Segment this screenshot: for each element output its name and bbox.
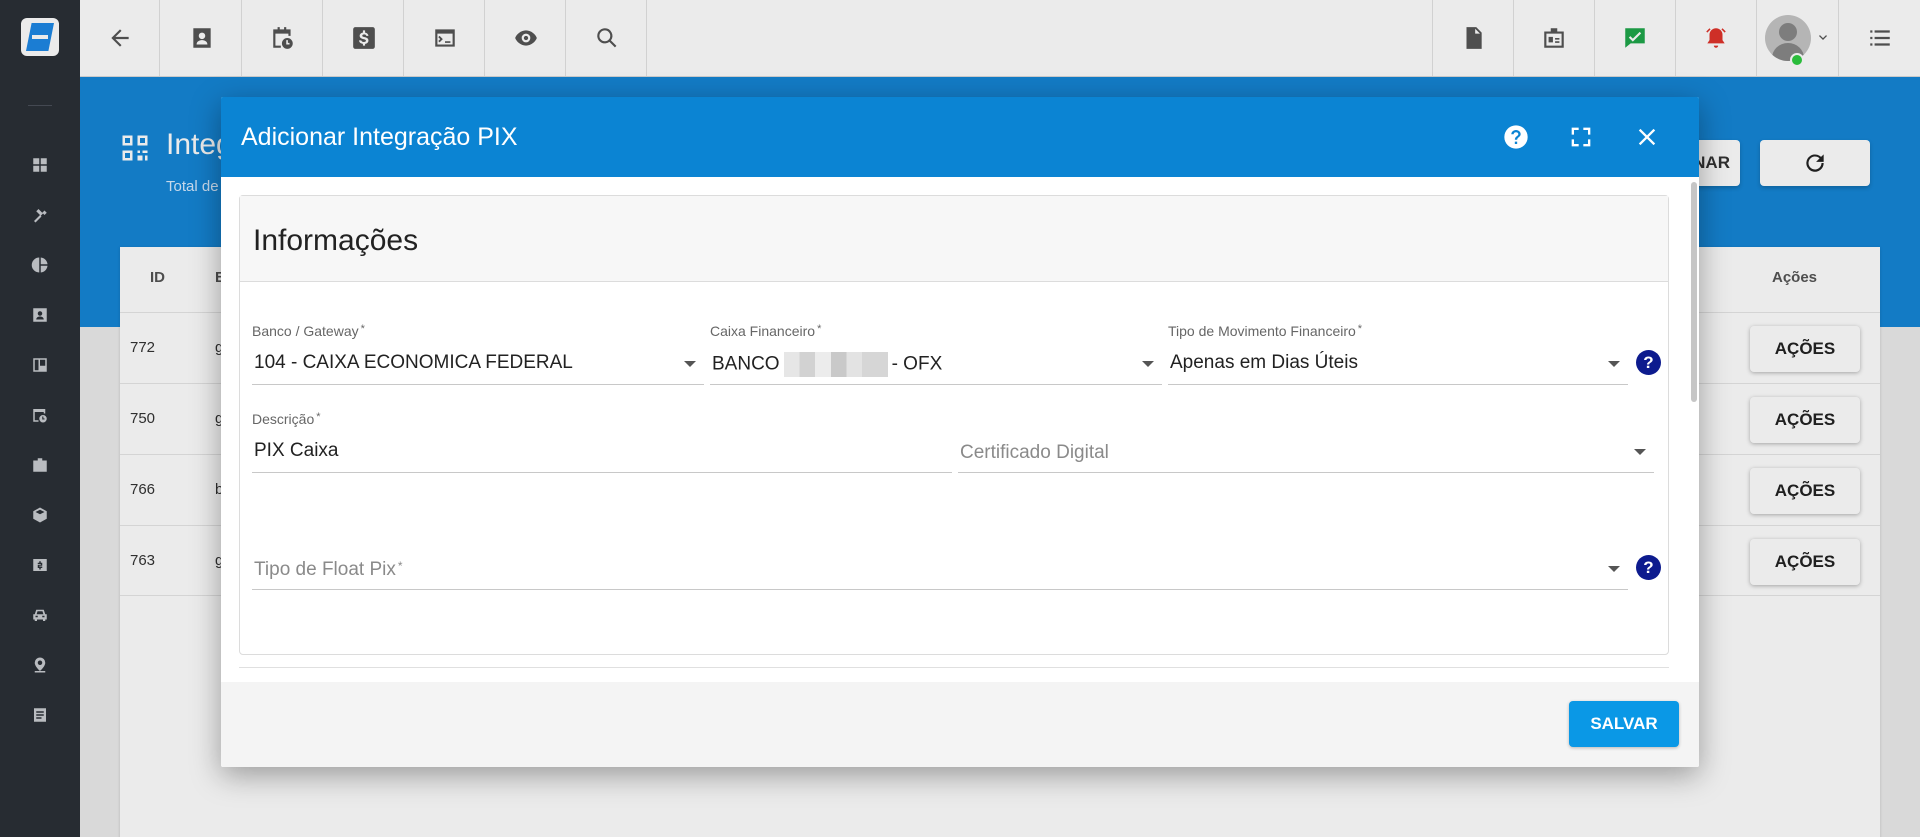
help-icon[interactable]: ?: [1636, 555, 1661, 580]
info-section: Informações Banco / Gateway * 104 - CAIXA…: [239, 195, 1669, 655]
close-icon[interactable]: [1631, 121, 1663, 153]
save-button[interactable]: SALVAR: [1569, 701, 1679, 747]
field-placeholder: Certificado Digital: [960, 442, 1109, 463]
chevron-down-icon: [684, 361, 696, 367]
field-placeholder: Tipo de Float Pix *: [254, 559, 403, 580]
help-circle-icon[interactable]: [1500, 121, 1532, 153]
section-title: Informações: [253, 224, 419, 257]
chevron-down-icon: [1608, 361, 1620, 367]
next-section-edge: [239, 667, 1669, 668]
dialog-scrollbar[interactable]: [1691, 182, 1697, 402]
section-header: Informações: [240, 196, 1668, 282]
dialog-header: Adicionar Integração PIX: [221, 97, 1699, 177]
banco-gateway-select[interactable]: Banco / Gateway * 104 - CAIXA ECONOMICA F…: [252, 323, 704, 385]
chevron-down-icon: [1142, 361, 1154, 367]
certificado-digital-select[interactable]: Certificado Digital: [958, 411, 1654, 473]
fullscreen-icon[interactable]: [1565, 121, 1597, 153]
dialog-body: Informações Banco / Gateway * 104 - CAIXA…: [221, 177, 1699, 682]
field-value: 104 - CAIXA ECONOMICA FEDERAL: [254, 352, 573, 373]
dialog-title: Adicionar Integração PIX: [241, 123, 518, 151]
add-pix-integration-dialog: Adicionar Integração PIX Informações Ban…: [221, 97, 1699, 767]
field-label: Caixa Financeiro *: [710, 323, 822, 339]
field-label: Banco / Gateway *: [252, 323, 365, 339]
tipo-float-pix-select[interactable]: Tipo de Float Pix *: [252, 528, 1628, 590]
dialog-footer: SALVAR: [221, 682, 1699, 767]
redacted-text: [783, 352, 888, 377]
field-value: Apenas em Dias Úteis: [1170, 352, 1358, 373]
field-value: PIX Caixa: [254, 440, 339, 461]
tipo-movimento-select[interactable]: Tipo de Movimento Financeiro * Apenas em …: [1168, 323, 1628, 385]
field-label: Tipo de Movimento Financeiro *: [1168, 323, 1363, 339]
field-value: BANCO - OFX: [712, 352, 942, 377]
descricao-input[interactable]: Descrição * PIX Caixa: [252, 411, 952, 473]
help-icon[interactable]: ?: [1636, 350, 1661, 375]
chevron-down-icon: [1634, 449, 1646, 455]
chevron-down-icon: [1608, 566, 1620, 572]
caixa-financeiro-select[interactable]: Caixa Financeiro * BANCO - OFX: [710, 323, 1162, 385]
field-label: Descrição *: [252, 411, 321, 427]
